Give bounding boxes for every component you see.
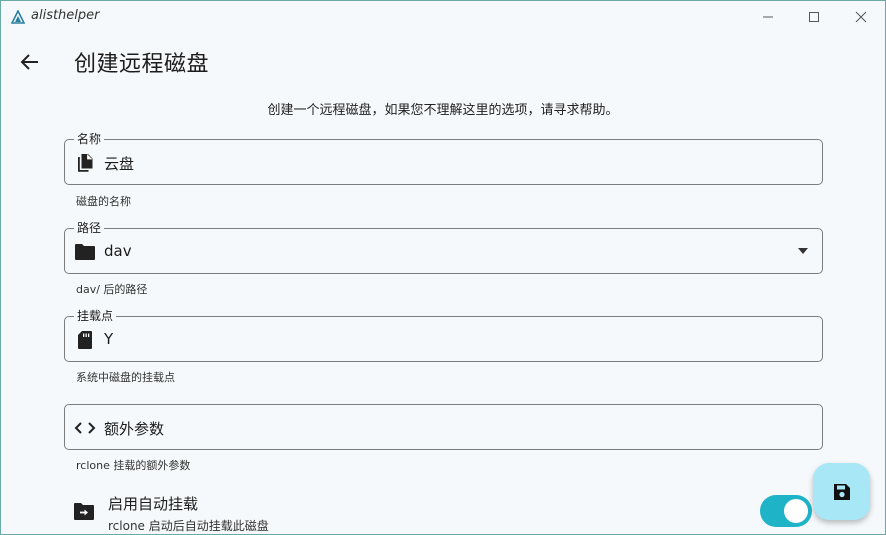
maximize-button[interactable]	[791, 1, 837, 33]
path-select[interactable]: 路径 dav	[64, 221, 823, 274]
extra-args-placeholder: 额外参数	[104, 420, 165, 438]
code-icon	[74, 417, 96, 439]
maximize-icon	[809, 12, 819, 22]
folder-arrow-icon	[74, 503, 94, 520]
save-icon	[833, 483, 850, 500]
path-field-value: dav	[104, 242, 132, 260]
back-button[interactable]	[15, 47, 45, 77]
close-button[interactable]	[838, 1, 884, 33]
page-title: 创建远程磁盘	[74, 52, 210, 77]
folder-icon	[74, 241, 96, 263]
toggle-knob	[784, 499, 808, 523]
name-helper-text: 磁盘的名称	[76, 195, 131, 208]
copy-icon	[74, 152, 96, 174]
minimize-button[interactable]	[745, 1, 791, 33]
mount-point-field-label: 挂载点	[74, 309, 117, 323]
app-logo-icon	[11, 10, 25, 24]
intro-text: 创建一个远程磁盘，如果您不理解这里的选项，请寻求帮助。	[267, 103, 619, 118]
mount-point-field-value: Y	[104, 330, 114, 348]
mount-point-helper-text: 系统中磁盘的挂载点	[76, 371, 175, 384]
title-bar: alisthelper	[1, 1, 885, 33]
extra-args-field[interactable]: 额外参数	[64, 404, 823, 450]
app-title: alisthelper	[31, 8, 100, 23]
automount-subtitle: rclone 启动后自动挂载此磁盘	[108, 519, 269, 533]
mount-point-field[interactable]: 挂载点 Y	[64, 309, 823, 362]
name-field[interactable]: 名称 云盘	[64, 132, 823, 185]
sd-card-icon	[74, 329, 96, 351]
name-field-value: 云盘	[104, 155, 135, 173]
close-icon	[855, 11, 867, 23]
minimize-icon	[763, 16, 773, 18]
automount-title: 启用自动挂载	[108, 495, 199, 513]
save-button[interactable]	[813, 463, 870, 520]
name-field-label: 名称	[74, 132, 105, 146]
path-helper-text: dav/ 后的路径	[76, 283, 148, 296]
extra-args-helper-text: rclone 挂载的额外参数	[76, 459, 191, 472]
path-field-label: 路径	[74, 221, 105, 235]
dropdown-arrow-icon[interactable]	[798, 248, 808, 254]
arrow-back-icon	[20, 54, 38, 70]
automount-toggle[interactable]	[760, 495, 812, 527]
